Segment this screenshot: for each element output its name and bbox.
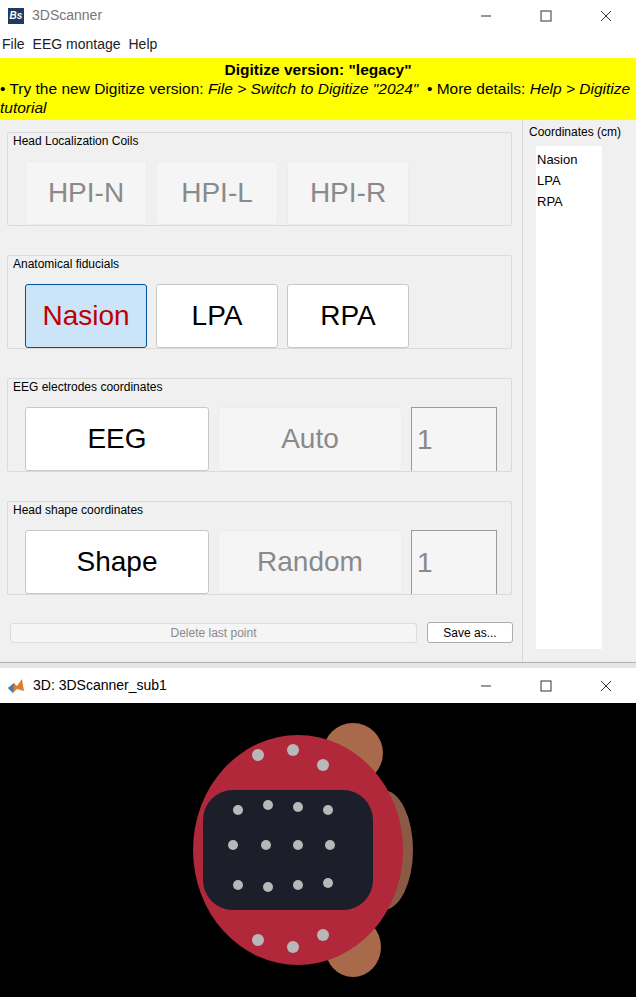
maximize-button[interactable] [516,1,576,31]
menu-item[interactable]: EEG montage [31,34,123,55]
menu-item[interactable]: File [0,34,27,55]
title-bar: Bs 3DScanner [0,0,636,31]
scanner-window: Bs 3DScanner FileEEG montageHelp Digitiz… [0,0,636,663]
save-as-button[interactable]: Save as... [427,622,513,643]
digitize-button: HPI-N [25,161,147,225]
digitize-button[interactable]: RPA [287,284,409,348]
banner-title: Digitize version: "legacy" [0,60,636,79]
menu-item[interactable]: Help [127,34,160,55]
coordinates-title: Coordinates (cm) [529,123,636,141]
group-box: Head shape coordinatesShapeRandom1 [7,501,512,595]
digitize-button: HPI-R [287,161,409,225]
menu-bar: FileEEG montageHelp [0,31,636,58]
head-model [178,715,438,985]
window-title: 3DScanner [32,5,102,26]
3d-viewport[interactable] [0,703,636,997]
digitize-button[interactable]: Shape [25,530,209,594]
viewer-title-bar: 3D: 3DScanner_sub1 [0,668,636,703]
button-row: ShapeRandom1 [8,530,511,594]
group-box: Head Localization CoilsHPI-NHPI-LHPI-R [7,132,512,226]
delete-last-point-button[interactable]: Delete last point [10,623,417,643]
group-title: Anatomical fiducials [8,256,511,284]
close-button[interactable] [576,671,636,701]
maximize-button[interactable] [516,671,576,701]
digitize-button: HPI-L [156,161,278,225]
viewer-window: 3D: 3DScanner_sub1 [0,668,636,997]
digitize-button: Auto [218,407,402,471]
button-row: HPI-NHPI-LHPI-R [8,161,511,225]
group-box: Anatomical fiducialsNasionLPARPA [7,255,512,349]
matlab-icon [7,677,25,695]
digitize-button: Random [218,530,402,594]
coordinates-panel: Coordinates (cm) NasionLPARPA [522,120,636,662]
minimize-icon [480,10,492,22]
coordinate-item[interactable]: RPA [537,191,602,212]
version-banner: Digitize version: "legacy"• Try the new … [0,58,636,120]
minimize-icon [480,680,492,692]
group-title: Head shape coordinates [8,502,511,530]
banner-segment: • More details: [418,80,529,97]
banner-segment: File > Switch to Digitize "2024" [208,80,418,97]
group-title: EEG electrodes coordinates [8,379,511,407]
group-box: EEG electrodes coordinatesEEGAuto1 [7,378,512,472]
coordinate-item[interactable]: Nasion [537,149,602,170]
digitize-button[interactable]: LPA [156,284,278,348]
app-icon: Bs [8,8,24,24]
button-row: EEGAuto1 [8,407,511,471]
minimize-button[interactable] [456,1,516,31]
viewer-title: 3D: 3DScanner_sub1 [33,675,167,696]
close-button[interactable] [576,1,636,31]
digitize-button[interactable]: Nasion [25,284,147,348]
coordinates-list[interactable]: NasionLPARPA [536,146,602,649]
count-field[interactable]: 1 [411,530,497,594]
button-row: NasionLPARPA [8,284,511,348]
count-field[interactable]: 1 [411,407,497,471]
close-icon [600,10,612,22]
digitize-button[interactable]: EEG [25,407,209,471]
coordinate-item[interactable]: LPA [537,170,602,191]
banner-segment: • Try the new Digitize version: [0,80,208,97]
maximize-icon [540,10,552,22]
maximize-icon [540,680,552,692]
minimize-button[interactable] [456,671,516,701]
group-title: Head Localization Coils [8,133,511,161]
banner-text: • Try the new Digitize version: File > S… [0,79,636,117]
close-icon [600,680,612,692]
